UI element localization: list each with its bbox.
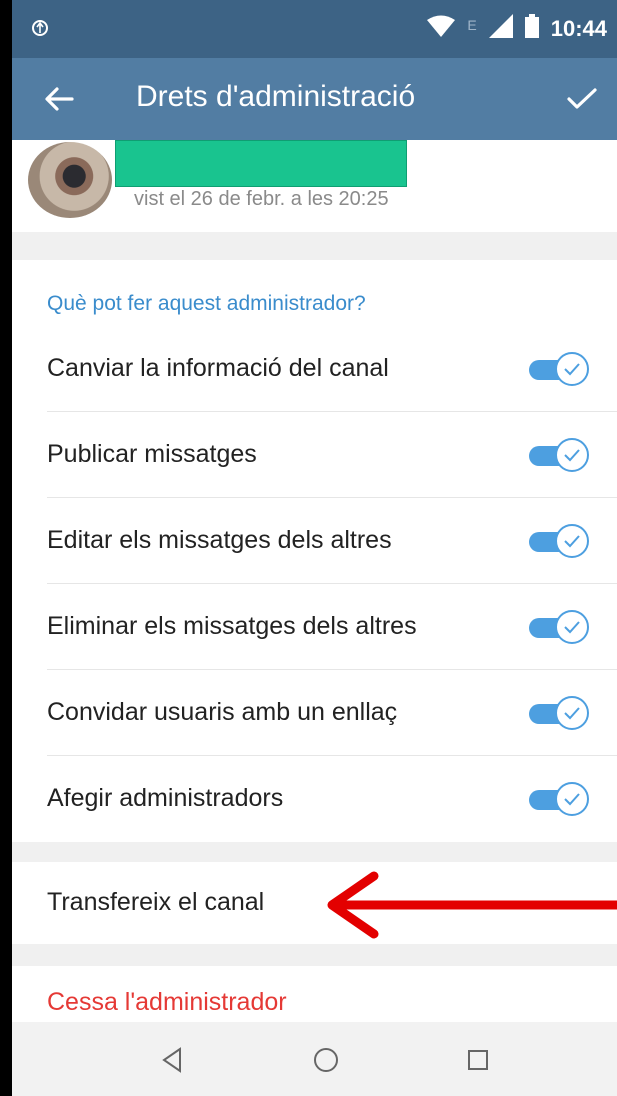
nav-recents-button[interactable] — [458, 1040, 498, 1080]
red-arrow-annotation — [327, 871, 617, 939]
back-button[interactable] — [38, 78, 80, 120]
wifi-icon — [427, 15, 456, 42]
screen: E 10:44 Drets d'administració vist el 26… — [12, 0, 617, 1096]
nav-home-button[interactable] — [306, 1040, 346, 1080]
check-icon — [564, 535, 580, 548]
circle-home-icon — [314, 1048, 338, 1072]
check-icon — [564, 793, 580, 806]
avatar — [28, 142, 112, 218]
user-header: vist el 26 de febr. a les 20:25 — [12, 140, 617, 232]
permission-toggle[interactable] — [529, 438, 589, 472]
check-icon — [567, 88, 597, 109]
permission-label: Eliminar els missatges dels altres — [47, 612, 417, 640]
section-divider — [12, 842, 617, 862]
permission-toggle[interactable] — [529, 696, 589, 730]
permission-label: Afegir administradors — [47, 784, 284, 812]
permission-label: Convidar usuaris amb un enllaç — [47, 698, 398, 726]
check-icon — [564, 449, 580, 462]
signal-icon — [488, 14, 513, 43]
section-divider — [12, 944, 617, 966]
permission-label: Editar els missatges dels altres — [47, 526, 392, 554]
dismiss-admin-label: Cessa l'administrador — [47, 988, 287, 1016]
nav-back-button[interactable] — [152, 1040, 192, 1080]
check-icon — [564, 621, 580, 634]
network-type-label: E — [467, 16, 477, 33]
data-saver-icon — [30, 18, 50, 44]
status-bar: E 10:44 — [12, 0, 617, 58]
section-header: Què pot fer aquest administrador? — [47, 292, 366, 315]
system-nav-bar — [12, 1022, 617, 1096]
permission-label: Publicar missatges — [47, 440, 257, 468]
permission-row-post-messages[interactable]: Publicar missatges — [12, 412, 617, 498]
permission-row-edit-messages[interactable]: Editar els missatges dels altres — [12, 498, 617, 584]
check-icon — [564, 707, 580, 720]
battery-icon — [524, 14, 539, 43]
transfer-channel-label: Transfereix el canal — [47, 888, 265, 916]
permission-row-add-admins[interactable]: Afegir administradors — [12, 756, 617, 842]
section-divider — [12, 232, 617, 260]
page-title: Drets d'administració — [136, 80, 416, 113]
permission-row-change-info[interactable]: Canviar la informació del canal — [12, 326, 617, 412]
permission-toggle[interactable] — [529, 524, 589, 558]
square-recents-icon — [468, 1050, 488, 1070]
check-icon — [564, 363, 580, 376]
permission-label: Canviar la informació del canal — [47, 354, 389, 382]
status-time: 10:44 — [550, 15, 607, 41]
redacted-name — [115, 140, 407, 187]
triangle-back-icon — [162, 1047, 181, 1073]
dismiss-admin-button[interactable]: Cessa l'administrador — [12, 966, 617, 1026]
permission-toggle[interactable] — [529, 610, 589, 644]
permission-row-delete-messages[interactable]: Eliminar els missatges dels altres — [12, 584, 617, 670]
permission-row-invite-users[interactable]: Convidar usuaris amb un enllaç — [12, 670, 617, 756]
save-button[interactable] — [561, 78, 603, 120]
permission-toggle[interactable] — [529, 782, 589, 816]
last-seen-text: vist el 26 de febr. a les 20:25 — [134, 188, 389, 210]
app-bar: Drets d'administració — [12, 58, 617, 140]
back-arrow-icon — [45, 87, 74, 111]
permission-toggle[interactable] — [529, 352, 589, 386]
